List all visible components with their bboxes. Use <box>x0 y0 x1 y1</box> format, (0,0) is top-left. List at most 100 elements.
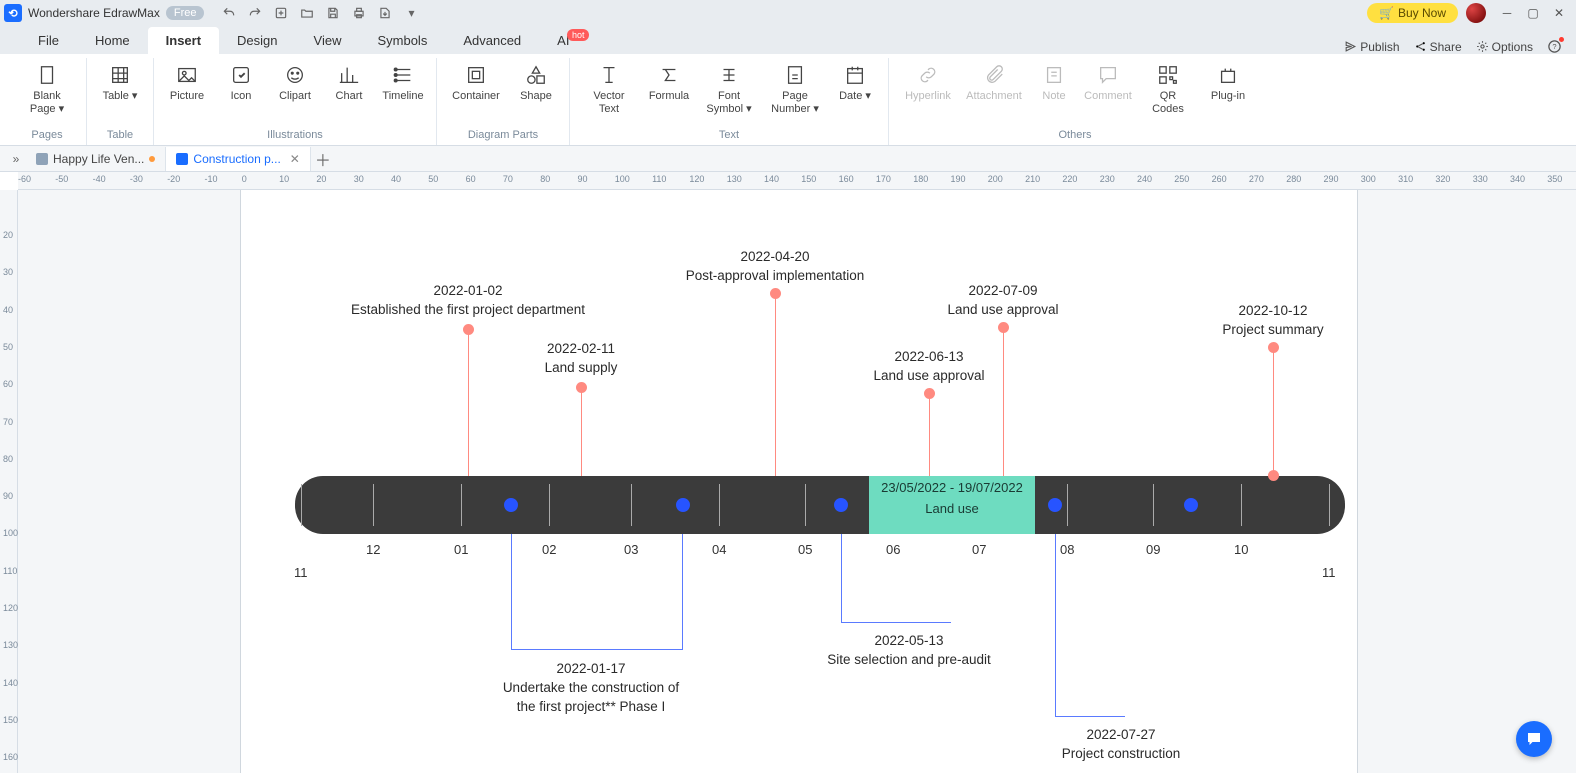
tab-symbols[interactable]: Symbols <box>359 27 445 54</box>
tabs-expand-icon[interactable]: » <box>6 152 26 166</box>
maximize-icon[interactable]: ▢ <box>1520 3 1546 23</box>
event-dot-icon[interactable] <box>998 322 1009 333</box>
ribbon-page-number-button[interactable]: PageNumber ▾ <box>762 58 828 120</box>
ruler-v-tick: 20 <box>3 230 13 240</box>
timeline-tick <box>1329 484 1330 526</box>
redo-icon[interactable] <box>242 3 268 23</box>
minimize-icon[interactable]: ─ <box>1494 3 1520 23</box>
document-tabs: » Happy Life Ven... Construction p... ✕ … <box>0 146 1576 172</box>
tab-insert[interactable]: Insert <box>148 27 219 54</box>
rib-label: VectorText <box>593 90 624 116</box>
event-label[interactable]: 2022-02-11Land supply <box>431 340 731 378</box>
tab-view[interactable]: View <box>296 27 360 54</box>
publish-button[interactable]: Publish <box>1344 40 1399 54</box>
new-icon[interactable] <box>268 3 294 23</box>
ruler-v-tick: 130 <box>3 640 18 650</box>
event-line <box>1055 716 1125 717</box>
event-label[interactable]: 2022-01-17Undertake the construction oft… <box>441 660 741 717</box>
event-dot-icon[interactable] <box>1268 470 1279 481</box>
ribbon-font-symbol-button[interactable]: FontSymbol ▾ <box>696 58 762 120</box>
tab-home[interactable]: Home <box>77 27 148 54</box>
buy-now-button[interactable]: 🛒 Buy Now <box>1367 3 1458 23</box>
export-icon[interactable] <box>372 3 398 23</box>
ribbon-clipart-button[interactable]: Clipart <box>268 58 322 107</box>
ribbon-group-label: Table <box>107 129 133 145</box>
ruler-v-tick: 160 <box>3 752 18 762</box>
tab-design[interactable]: Design <box>219 27 295 54</box>
menu-tabs: File Home Insert Design View Symbols Adv… <box>0 26 1576 54</box>
ribbon-chart-button[interactable]: Chart <box>322 58 376 107</box>
ribbon-vector-text-button[interactable]: VectorText <box>576 58 642 120</box>
ruler-h-tick: -20 <box>167 174 180 184</box>
milestone-dot-icon[interactable] <box>504 498 518 512</box>
ribbon-formula-button[interactable]: Formula <box>642 58 696 120</box>
event-label[interactable]: 2022-06-13Land use approval <box>779 348 1079 386</box>
canvas[interactable]: 23/05/2022 - 19/07/2022 Land use 1112010… <box>18 190 1576 773</box>
doctab-construction[interactable]: Construction p... ✕ <box>166 147 310 171</box>
doctab-label: Construction p... <box>193 152 280 166</box>
open-icon[interactable] <box>294 3 320 23</box>
help-button[interactable]: ? <box>1547 39 1562 54</box>
ruler-h-tick: 150 <box>801 174 816 184</box>
ribbon-qr-button[interactable]: QRCodes <box>1135 58 1201 120</box>
timeline-tick <box>1153 484 1154 526</box>
event-label[interactable]: 2022-07-27Project construction <box>971 726 1271 764</box>
ruler-h-tick: 180 <box>913 174 928 184</box>
menu-right: Publish Share Options ? <box>1344 39 1576 54</box>
ruler-h-tick: 80 <box>540 174 550 184</box>
close-icon[interactable]: ✕ <box>1546 3 1572 23</box>
timeline-interval[interactable]: 23/05/2022 - 19/07/2022 Land use <box>869 476 1035 534</box>
print-icon[interactable] <box>346 3 372 23</box>
cart-icon: 🛒 <box>1379 6 1394 20</box>
milestone-dot-icon[interactable] <box>676 498 690 512</box>
ribbon-icon-button[interactable]: Icon <box>214 58 268 107</box>
tab-file[interactable]: File <box>20 27 77 54</box>
rib-label: PageNumber ▾ <box>771 90 819 116</box>
event-label[interactable]: 2022-05-13Site selection and pre-audit <box>759 632 1059 670</box>
tab-advanced[interactable]: Advanced <box>445 27 539 54</box>
ruler-h-tick: 260 <box>1212 174 1227 184</box>
ribbon-blank-page-button[interactable]: BlankPage ▾ <box>14 58 80 120</box>
ribbon-timeline-button[interactable]: Timeline <box>376 58 430 107</box>
milestone-dot-icon[interactable] <box>834 498 848 512</box>
ribbon-container-button[interactable]: Container <box>443 58 509 107</box>
tab-ai[interactable]: AIhot <box>539 27 587 54</box>
page[interactable]: 23/05/2022 - 19/07/2022 Land use 1112010… <box>240 190 1358 773</box>
rib-label: Date ▾ <box>839 90 871 103</box>
month-label: 07 <box>972 542 986 557</box>
ribbon-group-table: Table ▾ Table <box>87 58 154 145</box>
event-dot-icon[interactable] <box>463 324 474 335</box>
event-dot-icon[interactable] <box>576 382 587 393</box>
ruler-v-tick: 60 <box>3 379 13 389</box>
ruler-h-tick: -10 <box>205 174 218 184</box>
month-label: 01 <box>454 542 468 557</box>
ribbon-picture-button[interactable]: Picture <box>160 58 214 107</box>
doctab-happy-life[interactable]: Happy Life Ven... <box>26 147 166 171</box>
doctab-label: Happy Life Ven... <box>53 152 144 166</box>
undo-icon[interactable] <box>216 3 242 23</box>
share-button[interactable]: Share <box>1414 40 1462 54</box>
event-label[interactable]: 2022-10-12Project summary <box>1123 302 1423 340</box>
event-label[interactable]: 2022-04-20Post-approval implementation <box>625 248 925 286</box>
event-dot-icon[interactable] <box>924 388 935 399</box>
chat-fab[interactable] <box>1516 721 1552 757</box>
milestone-dot-icon[interactable] <box>1048 498 1062 512</box>
ribbon-table-button[interactable]: Table ▾ <box>93 58 147 107</box>
ribbon-shape-button[interactable]: Shape <box>509 58 563 107</box>
event-dot-icon[interactable] <box>770 288 781 299</box>
save-icon[interactable] <box>320 3 346 23</box>
note-icon <box>1043 62 1065 88</box>
event-label[interactable]: 2022-01-02Established the first project … <box>318 282 618 320</box>
milestone-dot-icon[interactable] <box>1184 498 1198 512</box>
avatar[interactable] <box>1466 3 1486 23</box>
ribbon-plugin-button[interactable]: Plug-in <box>1201 58 1255 120</box>
options-button[interactable]: Options <box>1476 40 1533 54</box>
new-tab-button[interactable]: ＋ <box>311 147 335 171</box>
event-label[interactable]: 2022-07-09Land use approval <box>853 282 1153 320</box>
ribbon-date-button[interactable]: Date ▾ <box>828 58 882 120</box>
qat-dropdown-icon[interactable]: ▾ <box>398 3 424 23</box>
event-dot-icon[interactable] <box>1268 342 1279 353</box>
month-label: 10 <box>1234 542 1248 557</box>
ruler-h-tick: 110 <box>652 174 666 184</box>
tab-close-icon[interactable]: ✕ <box>290 152 300 166</box>
